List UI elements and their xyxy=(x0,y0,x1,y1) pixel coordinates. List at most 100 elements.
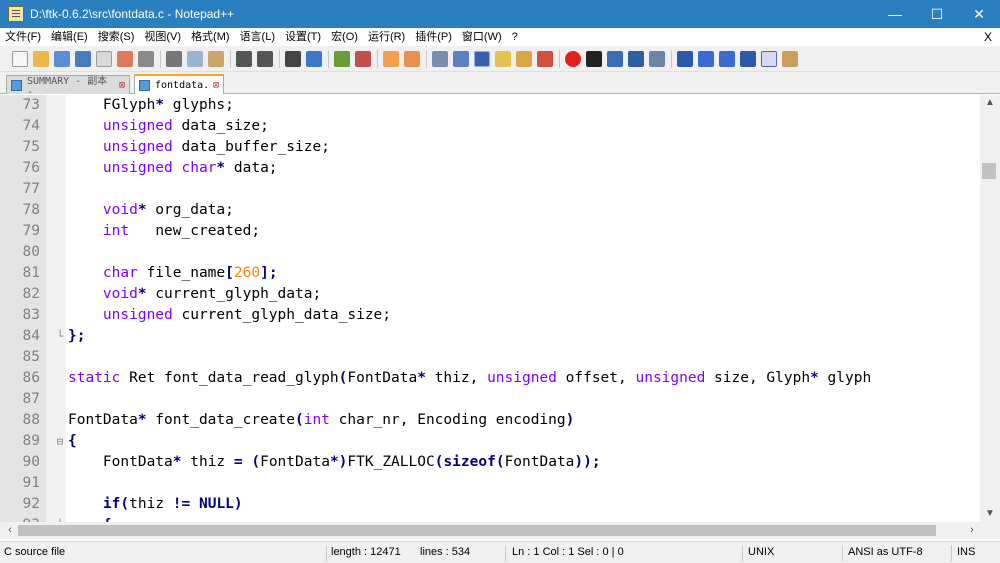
document-map-icon[interactable] xyxy=(516,50,532,67)
function-list-icon[interactable] xyxy=(537,50,553,67)
menu-view[interactable]: 视图(V) xyxy=(139,28,186,46)
fold-all-icon[interactable] xyxy=(677,50,693,67)
fold-marker[interactable]: └ xyxy=(54,326,66,347)
copy-icon[interactable] xyxy=(187,50,203,67)
line-number: 86 xyxy=(22,370,40,386)
code-line[interactable]: 73 FGlyph* glyphs; xyxy=(0,95,980,116)
menu-macro[interactable]: 宏(O) xyxy=(326,28,363,46)
code-line[interactable]: 92 if(thiz != NULL) xyxy=(0,494,980,515)
replace-icon[interactable] xyxy=(306,50,322,67)
maximize-button[interactable]: ☐ xyxy=(916,0,958,28)
code-line[interactable]: 86 static Ret font_data_read_glyph(FontDa… xyxy=(0,368,980,389)
menu-help[interactable]: ? xyxy=(507,28,523,46)
move-up-icon[interactable] xyxy=(698,50,714,67)
scroll-right-arrow-icon[interactable]: › xyxy=(964,522,980,539)
record-macro-icon[interactable] xyxy=(565,50,581,67)
menu-language[interactable]: 语言(L) xyxy=(235,28,280,46)
code-token: thiz xyxy=(129,496,173,512)
code-line[interactable]: 93 ├ { xyxy=(0,515,980,522)
save-icon[interactable] xyxy=(54,50,70,67)
scroll-down-arrow-icon[interactable]: ▼ xyxy=(980,506,1000,522)
code-token: data; xyxy=(225,160,278,176)
vertical-scroll-thumb[interactable] xyxy=(982,163,996,179)
close-file-icon[interactable] xyxy=(96,50,112,67)
tab-summary[interactable]: SUMMARY - 副本 - ⊠ xyxy=(6,75,130,98)
spell-check-icon[interactable] xyxy=(761,50,777,67)
sync-horizontal-icon[interactable] xyxy=(404,50,420,67)
paste-icon[interactable] xyxy=(208,50,224,67)
code-line[interactable]: 76 unsigned char* data; xyxy=(0,158,980,179)
menu-edit[interactable]: 编辑(E) xyxy=(46,28,93,46)
indent-guide-icon[interactable] xyxy=(474,50,490,67)
code-line[interactable]: 80 xyxy=(0,242,980,263)
code-line[interactable]: 88 FontData* font_data_create(int char_nr… xyxy=(0,410,980,431)
tab-close-icon[interactable]: ⊠ xyxy=(119,80,125,91)
code-text: { xyxy=(68,515,112,522)
code-line[interactable]: 74 unsigned data_size; xyxy=(0,116,980,137)
show-all-characters-icon[interactable] xyxy=(453,50,469,67)
play-macro-icon[interactable] xyxy=(607,50,623,67)
redo-icon[interactable] xyxy=(257,50,273,67)
code-line[interactable]: 82 void* current_glyph_data; xyxy=(0,284,980,305)
new-file-icon[interactable] xyxy=(12,50,28,67)
zoom-in-icon[interactable] xyxy=(334,50,350,67)
save-macro-icon[interactable] xyxy=(649,50,665,67)
cut-icon[interactable] xyxy=(166,50,182,67)
zoom-out-icon[interactable] xyxy=(355,50,371,67)
menu-format[interactable]: 格式(M) xyxy=(186,28,235,46)
tab-close-icon[interactable]: ⊠ xyxy=(213,80,219,91)
code-line[interactable]: 78 void* org_data; xyxy=(0,200,980,221)
scroll-left-arrow-icon[interactable]: ‹ xyxy=(2,522,18,539)
menu-window[interactable]: 窗口(W) xyxy=(457,28,507,46)
minimize-button[interactable]: — xyxy=(874,0,916,28)
code-line[interactable]: 77 xyxy=(0,179,980,200)
scroll-up-arrow-icon[interactable]: ▲ xyxy=(980,95,1000,111)
unfold-all-icon[interactable] xyxy=(740,50,756,67)
fold-marker[interactable]: ├ xyxy=(54,515,66,522)
menu-search[interactable]: 搜索(S) xyxy=(93,28,140,46)
user-defined-language-icon[interactable] xyxy=(495,50,511,67)
undo-icon[interactable] xyxy=(236,50,252,67)
code-line[interactable]: 87 xyxy=(0,389,980,410)
code-editor[interactable]: 73 FGlyph* glyphs; 74 unsigned data_size;… xyxy=(0,95,980,522)
stop-macro-icon[interactable] xyxy=(586,50,602,67)
code-line[interactable]: 83 unsigned current_glyph_data_size; xyxy=(0,305,980,326)
close-button[interactable]: ✕ xyxy=(958,0,1000,28)
code-line[interactable]: 90 FontData* thiz = (FontData*)FTK_ZALLO… xyxy=(0,452,980,473)
code-line[interactable]: 79 int new_created; xyxy=(0,221,980,242)
close-all-icon[interactable] xyxy=(117,50,133,67)
line-number: 85 xyxy=(22,349,40,365)
code-line[interactable]: 84 └}; xyxy=(0,326,980,347)
code-token: * xyxy=(137,412,147,428)
code-token: current_glyph_data_size; xyxy=(172,307,392,323)
fold-marker[interactable]: ⊟ xyxy=(54,431,66,452)
code-line[interactable]: 91 xyxy=(0,473,980,494)
menu-run[interactable]: 运行(R) xyxy=(363,28,410,46)
code-line[interactable]: 85 xyxy=(0,347,980,368)
word-wrap-icon[interactable] xyxy=(432,50,448,67)
open-file-icon[interactable] xyxy=(33,50,49,67)
run-macro-multiple-icon[interactable] xyxy=(628,50,644,67)
menu-plugins[interactable]: 插件(P) xyxy=(410,28,457,46)
move-down-icon[interactable] xyxy=(719,50,735,67)
code-token: FontData xyxy=(68,454,173,470)
code-token: *) xyxy=(329,454,348,470)
save-all-icon[interactable] xyxy=(75,50,91,67)
horizontal-scrollbar[interactable]: ‹ › xyxy=(0,522,980,539)
code-line[interactable]: 75 unsigned data_buffer_size; xyxy=(0,137,980,158)
code-token: unsigned xyxy=(102,139,173,155)
code-line[interactable]: 81 char file_name[260]; xyxy=(0,263,980,284)
menu-settings[interactable]: 设置(T) xyxy=(280,28,326,46)
status-insert-mode[interactable]: INS xyxy=(957,542,975,563)
close-document-x[interactable]: X xyxy=(984,28,992,46)
horizontal-scroll-thumb[interactable] xyxy=(18,525,936,536)
vertical-scrollbar[interactable]: ▲ ▼ xyxy=(980,95,1000,522)
extra-tool-icon[interactable] xyxy=(782,50,798,67)
menu-file[interactable]: 文件(F) xyxy=(0,28,46,46)
print-icon[interactable] xyxy=(138,50,154,67)
tab-fontdata[interactable]: fontdata. ⊠ xyxy=(134,74,224,94)
sync-vertical-icon[interactable] xyxy=(383,50,399,67)
code-line[interactable]: 89 ⊟{ xyxy=(0,431,980,452)
find-icon[interactable] xyxy=(285,50,301,67)
